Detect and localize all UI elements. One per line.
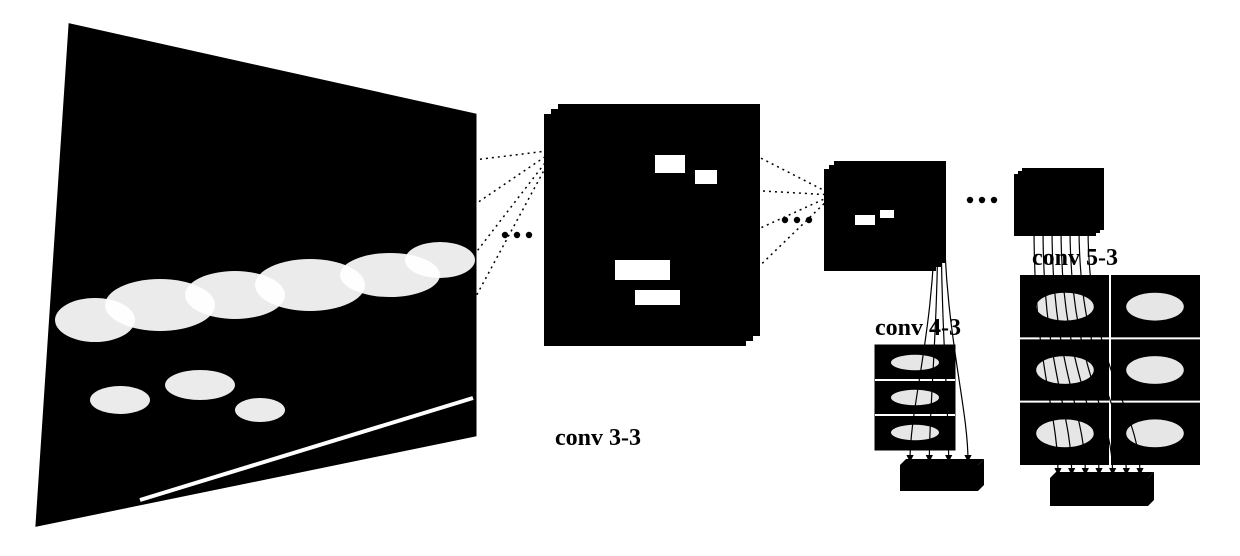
- label-conv-3-3: conv 3-3: [555, 425, 641, 452]
- ellipsis-icon: [502, 232, 532, 238]
- label-conv-5-3: conv 5-3: [1032, 245, 1118, 272]
- feature-map-conv-4-3: [825, 162, 945, 270]
- ellipsis-icon: [967, 197, 997, 203]
- input-image-shape: [90, 386, 150, 414]
- input-image-shape: [165, 370, 235, 400]
- label-conv-4-3: conv 4-3: [875, 315, 961, 342]
- feature-map-conv-3-3: [545, 105, 759, 345]
- ellipsis-icon: [782, 217, 812, 223]
- roi-panel-conv-4-3: [875, 345, 955, 450]
- classifier-block-conv-4-3: [900, 459, 984, 491]
- input-image-shape: [235, 398, 285, 422]
- feature-map-conv-5-3: [1015, 169, 1103, 235]
- roi-panel-conv-5-3: [1020, 275, 1200, 465]
- diagram-canvas: conv 3-3 conv 4-3 conv 5-3: [0, 0, 1240, 556]
- classifier-block-conv-5-3: [1050, 472, 1154, 506]
- input-image-shape: [405, 242, 475, 278]
